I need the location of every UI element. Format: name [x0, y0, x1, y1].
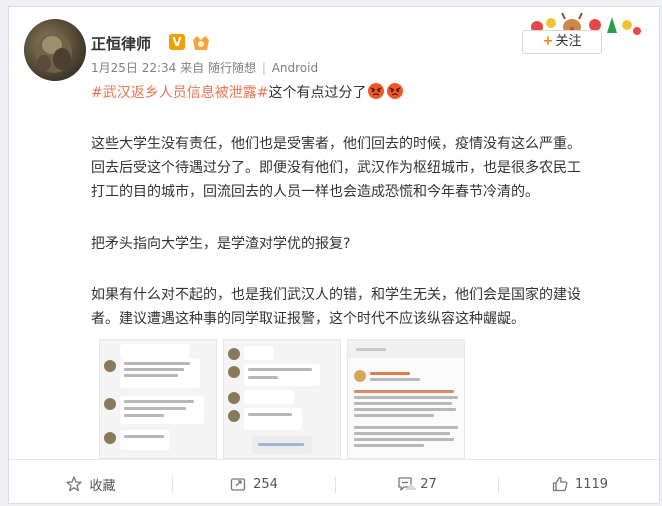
post-headline: #武汉返乡人员信息被泄露#这个有点过分了 — [91, 81, 651, 105]
image-thumbnail-2[interactable] — [223, 339, 341, 459]
post-date[interactable]: 1月25日 22:34 — [91, 61, 176, 75]
author-avatar[interactable] — [24, 19, 86, 81]
like-count: 1119 — [574, 476, 609, 492]
para1-line2: 回去后受这个待遇过分了。即便没有他们，武汉作为枢纽城市，也是很多农民工 — [91, 160, 581, 176]
follow-button[interactable]: + 关注 — [522, 30, 602, 54]
post-actions-bar: 收藏 254 27 1119 — [9, 469, 659, 499]
repost-icon — [230, 478, 246, 491]
repost-count: 254 — [253, 476, 278, 492]
thumbs-up-icon — [552, 476, 568, 492]
para2-line: 把矛头指向大学生，是学渣对学优的报复? — [91, 236, 351, 252]
post-device: Android — [271, 61, 319, 75]
star-icon — [66, 476, 83, 492]
para1-line3: 打工的目的城市，回流回去的人员一样也会造成恐慌和今年春节冷清的。 — [91, 184, 539, 200]
post-paragraph-1: 这些大学生没有责任，他们也是受害者，他们回去的时候，疫情没有这么严重。 回去后受… — [91, 132, 651, 204]
verified-badge-icon: V — [169, 34, 185, 50]
repost-button[interactable]: 254 — [172, 469, 335, 499]
post-meta: 1月25日 22:34 来自 随行随想 | Android — [91, 59, 318, 76]
follow-label: 关注 — [555, 34, 582, 49]
image-thumbnail-1[interactable] — [99, 339, 217, 459]
post-paragraph-2: 把矛头指向大学生，是学渣对学优的报复? — [91, 232, 651, 256]
actions-divider — [9, 459, 659, 460]
favorite-label: 收藏 — [89, 478, 116, 494]
para1-line1: 这些大学生没有责任，他们也是受害者，他们回去的时候，疫情没有这么严重。 — [91, 136, 581, 152]
para3-line1: 如果有什么对不起的，也是我们武汉人的错，和学生无关，他们会是国家的建设 — [91, 287, 581, 303]
image-thumbnail-3[interactable] — [347, 339, 465, 459]
headline-text: 这个有点过分了 — [268, 85, 367, 101]
plus-icon: + — [542, 34, 554, 49]
author-name[interactable]: 正恒律师 — [91, 33, 151, 54]
post-source[interactable]: 随行随想 — [208, 61, 256, 75]
weibo-post-card: 正恒律师 V 1月25日 22:34 来自 随行随想 | Android + 关注… — [8, 6, 660, 504]
from-label: 来自 — [180, 61, 205, 75]
angry-emoji-icon — [368, 83, 385, 99]
hashtag-link[interactable]: #武汉返乡人员信息被泄露# — [91, 85, 268, 101]
member-badge-icon — [193, 36, 209, 50]
comment-expanded-caret-icon — [405, 484, 417, 490]
like-button[interactable]: 1119 — [498, 469, 661, 499]
para3-line2: 者。建议遭遇这种事的同学取证报警，这个时代不应该纵容这种龌龊。 — [91, 311, 525, 327]
angry-emoji-icon — [387, 83, 404, 99]
post-paragraph-3: 如果有什么对不起的，也是我们武汉人的错，和学生无关，他们会是国家的建设 者。建议… — [91, 283, 651, 331]
comment-count: 27 — [420, 476, 437, 492]
meta-separator: | — [261, 61, 266, 75]
favorite-button[interactable]: 收藏 — [9, 469, 172, 499]
